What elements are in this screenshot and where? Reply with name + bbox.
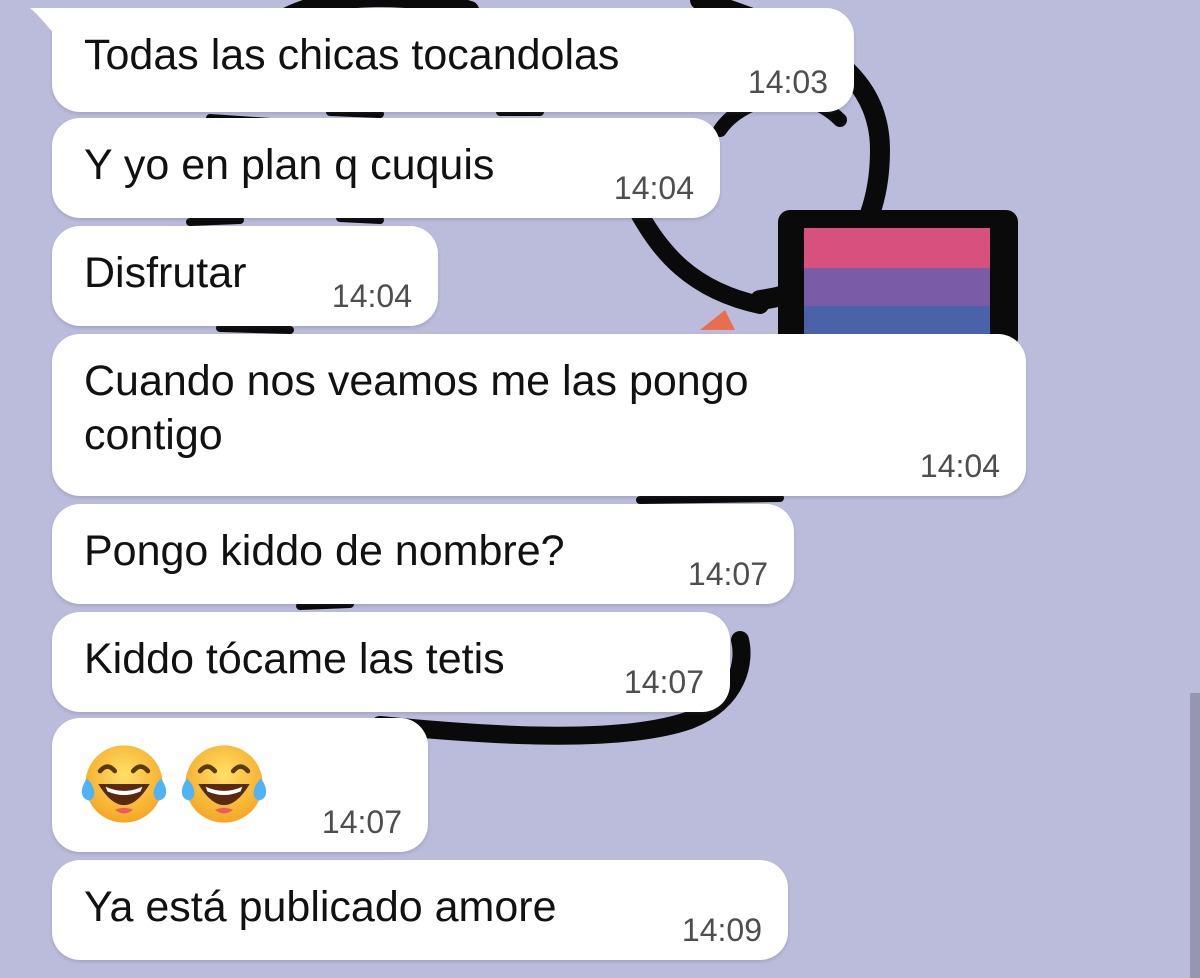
face-with-tears-of-joy-icon bbox=[181, 745, 267, 823]
wallpaper-flag-sticker bbox=[778, 210, 1018, 350]
message-text: Ya está publicado amore bbox=[84, 883, 557, 931]
incoming-message-bubble[interactable]: Y yo en plan q cuquis 14:04 bbox=[52, 118, 720, 218]
incoming-message-bubble[interactable]: Todas las chicas tocandolas 14:03 bbox=[30, 8, 854, 112]
message-text: Pongo kiddo de nombre? bbox=[84, 527, 565, 575]
incoming-message-bubble[interactable]: Disfrutar 14:04 bbox=[52, 226, 438, 326]
message-timestamp: 14:07 bbox=[321, 804, 402, 840]
incoming-message-bubble[interactable]: Ya está publicado amore 14:09 bbox=[52, 860, 788, 960]
scrollbar[interactable] bbox=[1190, 693, 1200, 978]
message-timestamp: 14:07 bbox=[623, 664, 704, 700]
wallpaper-doodle-outline bbox=[296, 600, 354, 610]
wallpaper-doodle-outline bbox=[631, 206, 769, 314]
message-text: Disfrutar bbox=[84, 249, 247, 297]
wallpaper-doodle-outline bbox=[186, 216, 244, 226]
wallpaper-doodle-outline bbox=[216, 324, 294, 334]
face-with-tears-of-joy-icon bbox=[81, 745, 167, 823]
message-text: Cuando nos veamos me las pongo contigo bbox=[84, 357, 749, 459]
message-timestamp: 14:03 bbox=[747, 64, 828, 100]
message-text: Y yo en plan q cuquis bbox=[84, 141, 495, 189]
wallpaper-doodle-outline bbox=[336, 214, 384, 224]
incoming-message-bubble[interactable]: Pongo kiddo de nombre? 14:07 bbox=[52, 504, 794, 604]
wallpaper-orange-shape bbox=[700, 310, 735, 330]
incoming-message-bubble[interactable]: 14:07 bbox=[52, 718, 428, 852]
bubble-tail bbox=[30, 8, 60, 40]
message-text: Todas las chicas tocandolas bbox=[84, 31, 620, 79]
incoming-message-bubble[interactable]: Kiddo tócame las tetis 14:07 bbox=[52, 612, 730, 712]
message-timestamp: 14:09 bbox=[681, 912, 762, 948]
message-timestamp: 14:04 bbox=[919, 448, 1000, 484]
message-timestamp: 14:07 bbox=[687, 556, 768, 592]
incoming-message-bubble[interactable]: Cuando nos veamos me las pongo contigo 1… bbox=[52, 334, 1026, 496]
message-timestamp: 14:04 bbox=[331, 278, 412, 314]
wallpaper-doodle-outline bbox=[326, 108, 384, 118]
message-timestamp: 14:04 bbox=[613, 170, 694, 206]
message-text: Kiddo tócame las tetis bbox=[84, 635, 505, 683]
wallpaper-doodle-outline bbox=[636, 494, 784, 504]
